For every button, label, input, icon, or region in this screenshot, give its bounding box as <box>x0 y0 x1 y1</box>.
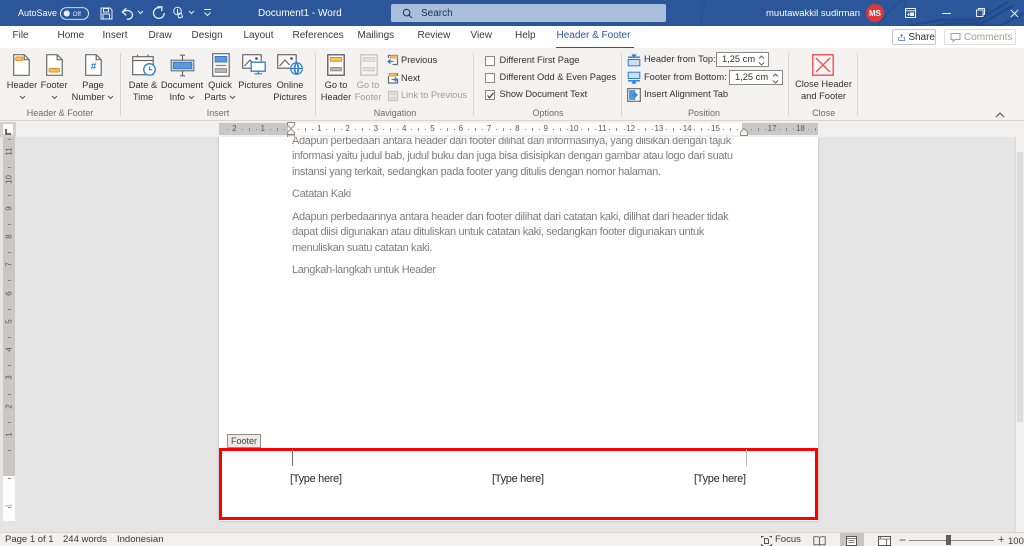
svg-text:#: # <box>90 61 96 72</box>
svg-text:Off: Off <box>73 11 82 18</box>
